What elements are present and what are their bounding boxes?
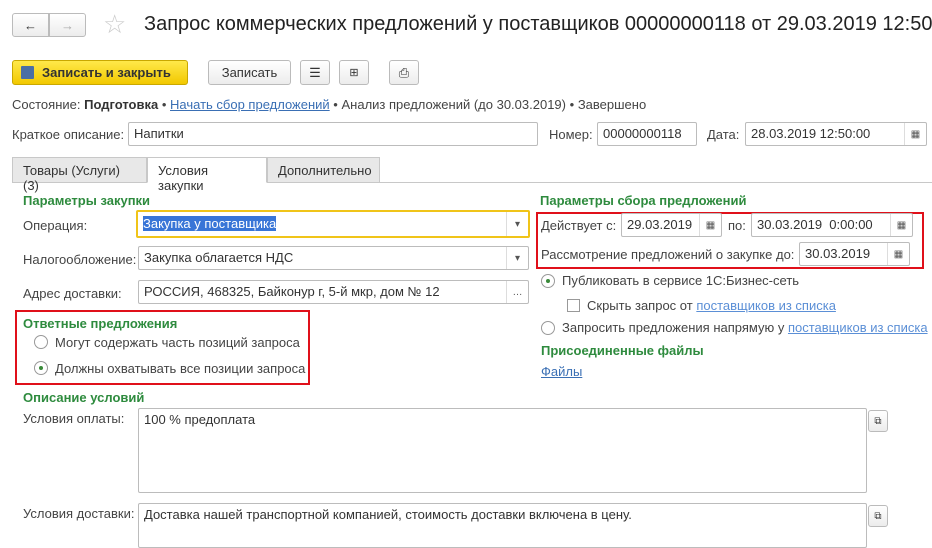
number-label: Номер: [549,127,593,142]
save-button[interactable]: Записать [208,60,291,85]
to-label: по: [728,218,746,233]
more-icon[interactable]: … [506,281,528,303]
date-input[interactable]: 28.03.2019 12:50:00 ▦ [745,122,927,146]
radio-direct-label: Запросить предложения напрямую у поставщ… [562,320,928,335]
radio-publish-label: Публиковать в сервисе 1С:Бизнес-сеть [562,273,800,288]
conditions-heading: Описание условий [23,390,145,405]
calendar-icon[interactable]: ▦ [699,214,721,236]
desc-input[interactable]: Напитки [128,122,538,146]
list-icon[interactable]: ☰ [300,60,330,85]
operation-select[interactable]: Закупка у поставщика ▾ [136,210,530,238]
back-button[interactable]: ← [12,13,49,37]
forward-button[interactable]: → [49,13,86,37]
valid-to-input[interactable]: 30.03.2019 0:00:00 ▦ [751,213,913,237]
structure-icon[interactable]: ⊞ [339,60,369,85]
date-label: Дата: [707,127,740,142]
save-and-close-button[interactable]: Записать и закрыть [12,60,188,85]
status-line: Состояние: Подготовка • Начать сбор пред… [12,97,647,112]
radio-all[interactable] [34,361,48,375]
number-input[interactable]: 00000000118 [597,122,697,146]
tax-label: Налогообложение: [23,252,137,267]
calendar-icon[interactable]: ▦ [904,123,926,145]
files-link[interactable]: Файлы [541,364,582,379]
valid-from-label: Действует с: [541,218,617,233]
delivery-label: Условия доставки: [23,506,135,521]
tab-goods[interactable]: Товары (Услуги) (3) [12,157,147,193]
favorite-star-icon[interactable]: ☆ [103,9,126,40]
collect-heading: Параметры сбора предложений [540,193,747,208]
radio-partial[interactable] [34,335,48,349]
tab-conditions[interactable]: Условия закупки [147,157,267,193]
radio-publish[interactable] [541,274,555,288]
operation-label: Операция: [23,218,88,233]
chevron-down-icon[interactable]: ▾ [506,247,528,269]
hide-request-label: Скрыть запрос от поставщиков из списка [587,298,836,313]
print-icon[interactable]: ⎙ [389,60,419,85]
review-label: Рассмотрение предложений о закупке до: [541,247,795,262]
payment-textarea[interactable]: 100 % предоплата [138,408,867,493]
radio-direct[interactable] [541,321,555,335]
responses-heading: Ответные предложения [23,316,178,331]
params-heading: Параметры закупки [23,193,151,208]
start-collection-link[interactable]: Начать сбор предложений [170,97,330,112]
address-input[interactable]: РОССИЯ, 468325, Байконур г, 5-й мкр, дом… [138,280,529,304]
radio-all-label: Должны охватывать все позиции запроса [55,361,306,376]
desc-label: Краткое описание: [12,127,125,142]
chevron-down-icon[interactable]: ▾ [506,212,528,236]
open-editor-icon[interactable]: ⧉ [868,410,888,432]
direct-suppliers-link[interactable]: поставщиков из списка [788,320,928,335]
radio-partial-label: Могут содержать часть позиций запроса [55,335,300,350]
floppy-disk-icon [21,66,34,79]
calendar-icon[interactable]: ▦ [890,214,912,236]
payment-label: Условия оплаты: [23,411,125,426]
hide-request-checkbox[interactable] [567,299,580,312]
files-heading: Присоединенные файлы [541,343,704,358]
tax-select[interactable]: Закупка облагается НДС ▾ [138,246,529,270]
open-editor-icon[interactable]: ⧉ [868,505,888,527]
calendar-icon[interactable]: ▦ [887,243,909,265]
address-label: Адрес доставки: [23,286,122,301]
delivery-textarea[interactable]: Доставка нашей транспортной компанией, с… [138,503,867,548]
page-title: Запрос коммерческих предложений у постав… [144,13,932,35]
hide-suppliers-link[interactable]: поставщиков из списка [696,298,836,313]
review-input[interactable]: 30.03.2019 ▦ [799,242,910,266]
valid-from-input[interactable]: 29.03.2019 ▦ [621,213,722,237]
tab-additional[interactable]: Дополнительно [267,157,380,183]
